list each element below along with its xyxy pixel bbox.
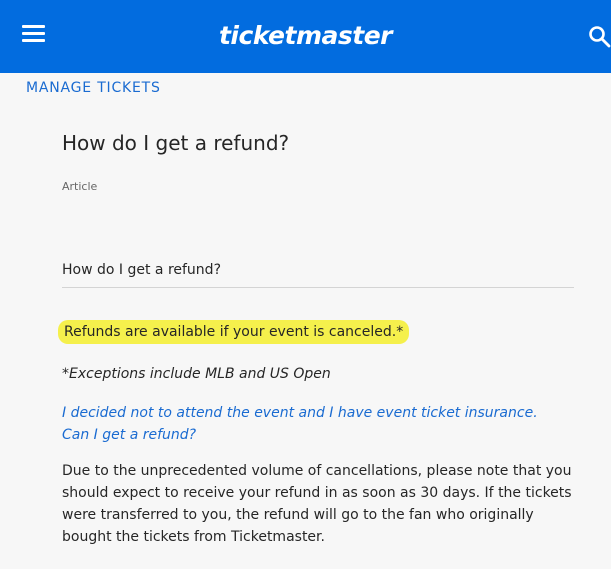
top-header: ticketmaster bbox=[0, 0, 611, 73]
article-type-label: Article bbox=[62, 180, 98, 193]
article-card: How do I get a refund? Article How do I … bbox=[0, 73, 603, 569]
highlighted-statement: Refunds are available if your event is c… bbox=[58, 320, 410, 344]
main-content: MANAGE TICKETS How do I get a refund? Ar… bbox=[0, 73, 611, 569]
exceptions-note: *Exceptions include MLB and US Open bbox=[62, 366, 331, 382]
article-subtitle: How do I get a refund? bbox=[62, 262, 221, 278]
divider bbox=[62, 287, 574, 288]
insurance-question-link[interactable]: I decided not to attend the event and I … bbox=[62, 402, 562, 446]
page-title: How do I get a refund? bbox=[62, 131, 290, 155]
search-icon[interactable] bbox=[587, 24, 611, 48]
article-body: Due to the unprecedented volume of cance… bbox=[62, 463, 572, 545]
brand-logo[interactable]: ticketmaster bbox=[0, 20, 611, 52]
